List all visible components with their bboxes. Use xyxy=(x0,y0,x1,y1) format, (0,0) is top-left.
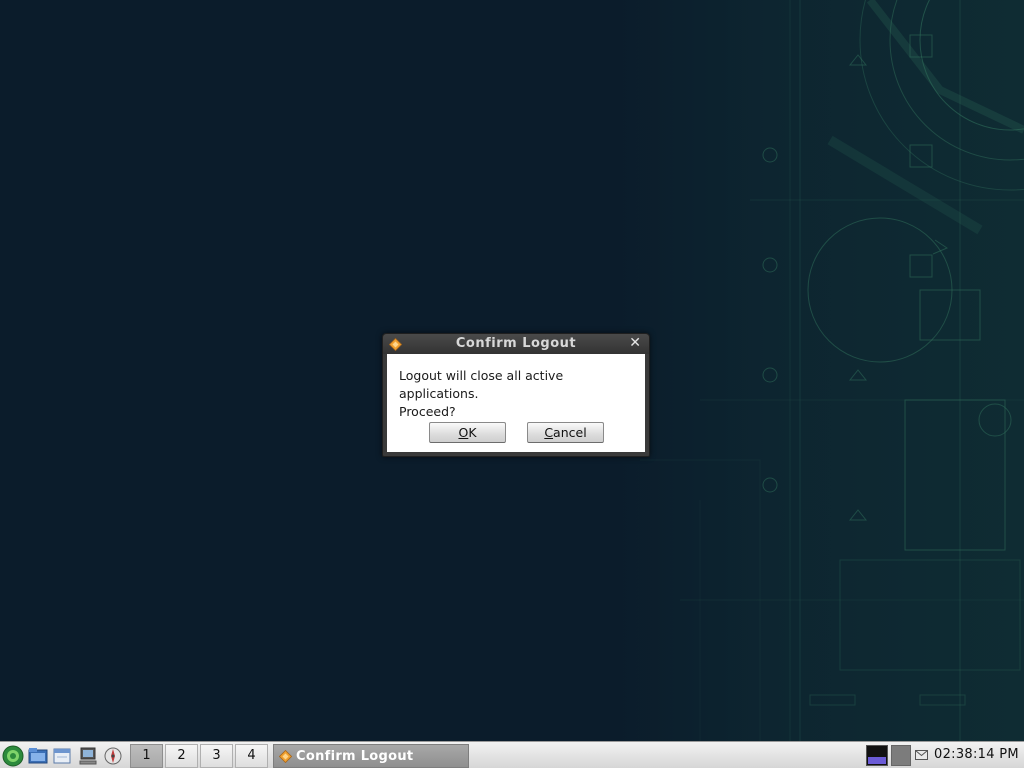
cancel-mnemonic: C xyxy=(544,425,554,440)
close-icon[interactable]: ✕ xyxy=(629,335,641,351)
pager-active-indicator xyxy=(868,757,886,764)
diamond-warning-icon xyxy=(279,750,292,763)
tray-applet[interactable] xyxy=(891,745,911,766)
cancel-label: ancel xyxy=(553,425,587,440)
dialog-title: Confirm Logout xyxy=(455,336,577,351)
ok-label: K xyxy=(468,425,477,440)
dialog-message: Logout will close all active application… xyxy=(399,367,639,421)
taskbar: 1 2 3 4 Confirm Logout 02:38:14 PM xyxy=(0,741,1024,768)
dialog-message-line-2: Proceed? xyxy=(399,404,456,419)
desktop-2-button[interactable]: 2 xyxy=(165,744,198,768)
confirm-logout-dialog: Confirm Logout ✕ Logout will close all a… xyxy=(382,333,650,457)
desktop-1-button[interactable]: 1 xyxy=(130,744,163,768)
browser-icon[interactable] xyxy=(102,745,124,767)
cancel-button[interactable]: Cancel xyxy=(527,422,604,443)
desktop-pager[interactable] xyxy=(866,745,888,766)
dialog-body: Logout will close all active application… xyxy=(387,354,645,452)
mail-icon[interactable] xyxy=(915,750,928,760)
taskbar-item-confirm-logout[interactable]: Confirm Logout xyxy=(273,744,469,768)
desktop-3-button[interactable]: 3 xyxy=(200,744,233,768)
computer-icon[interactable] xyxy=(77,745,99,767)
ok-mnemonic: O xyxy=(458,425,469,440)
dialog-message-line-1: Logout will close all active application… xyxy=(399,368,564,401)
taskbar-item-label: Confirm Logout xyxy=(296,749,414,764)
main-menu-icon[interactable] xyxy=(2,745,24,767)
clock[interactable]: 02:38:14 PM xyxy=(934,747,1019,762)
window-icon[interactable] xyxy=(51,745,73,767)
file-manager-icon[interactable] xyxy=(27,745,49,767)
ok-button[interactable]: OK xyxy=(429,422,506,443)
dialog-titlebar[interactable]: Confirm Logout ✕ xyxy=(383,334,649,354)
desktop-4-button[interactable]: 4 xyxy=(235,744,268,768)
